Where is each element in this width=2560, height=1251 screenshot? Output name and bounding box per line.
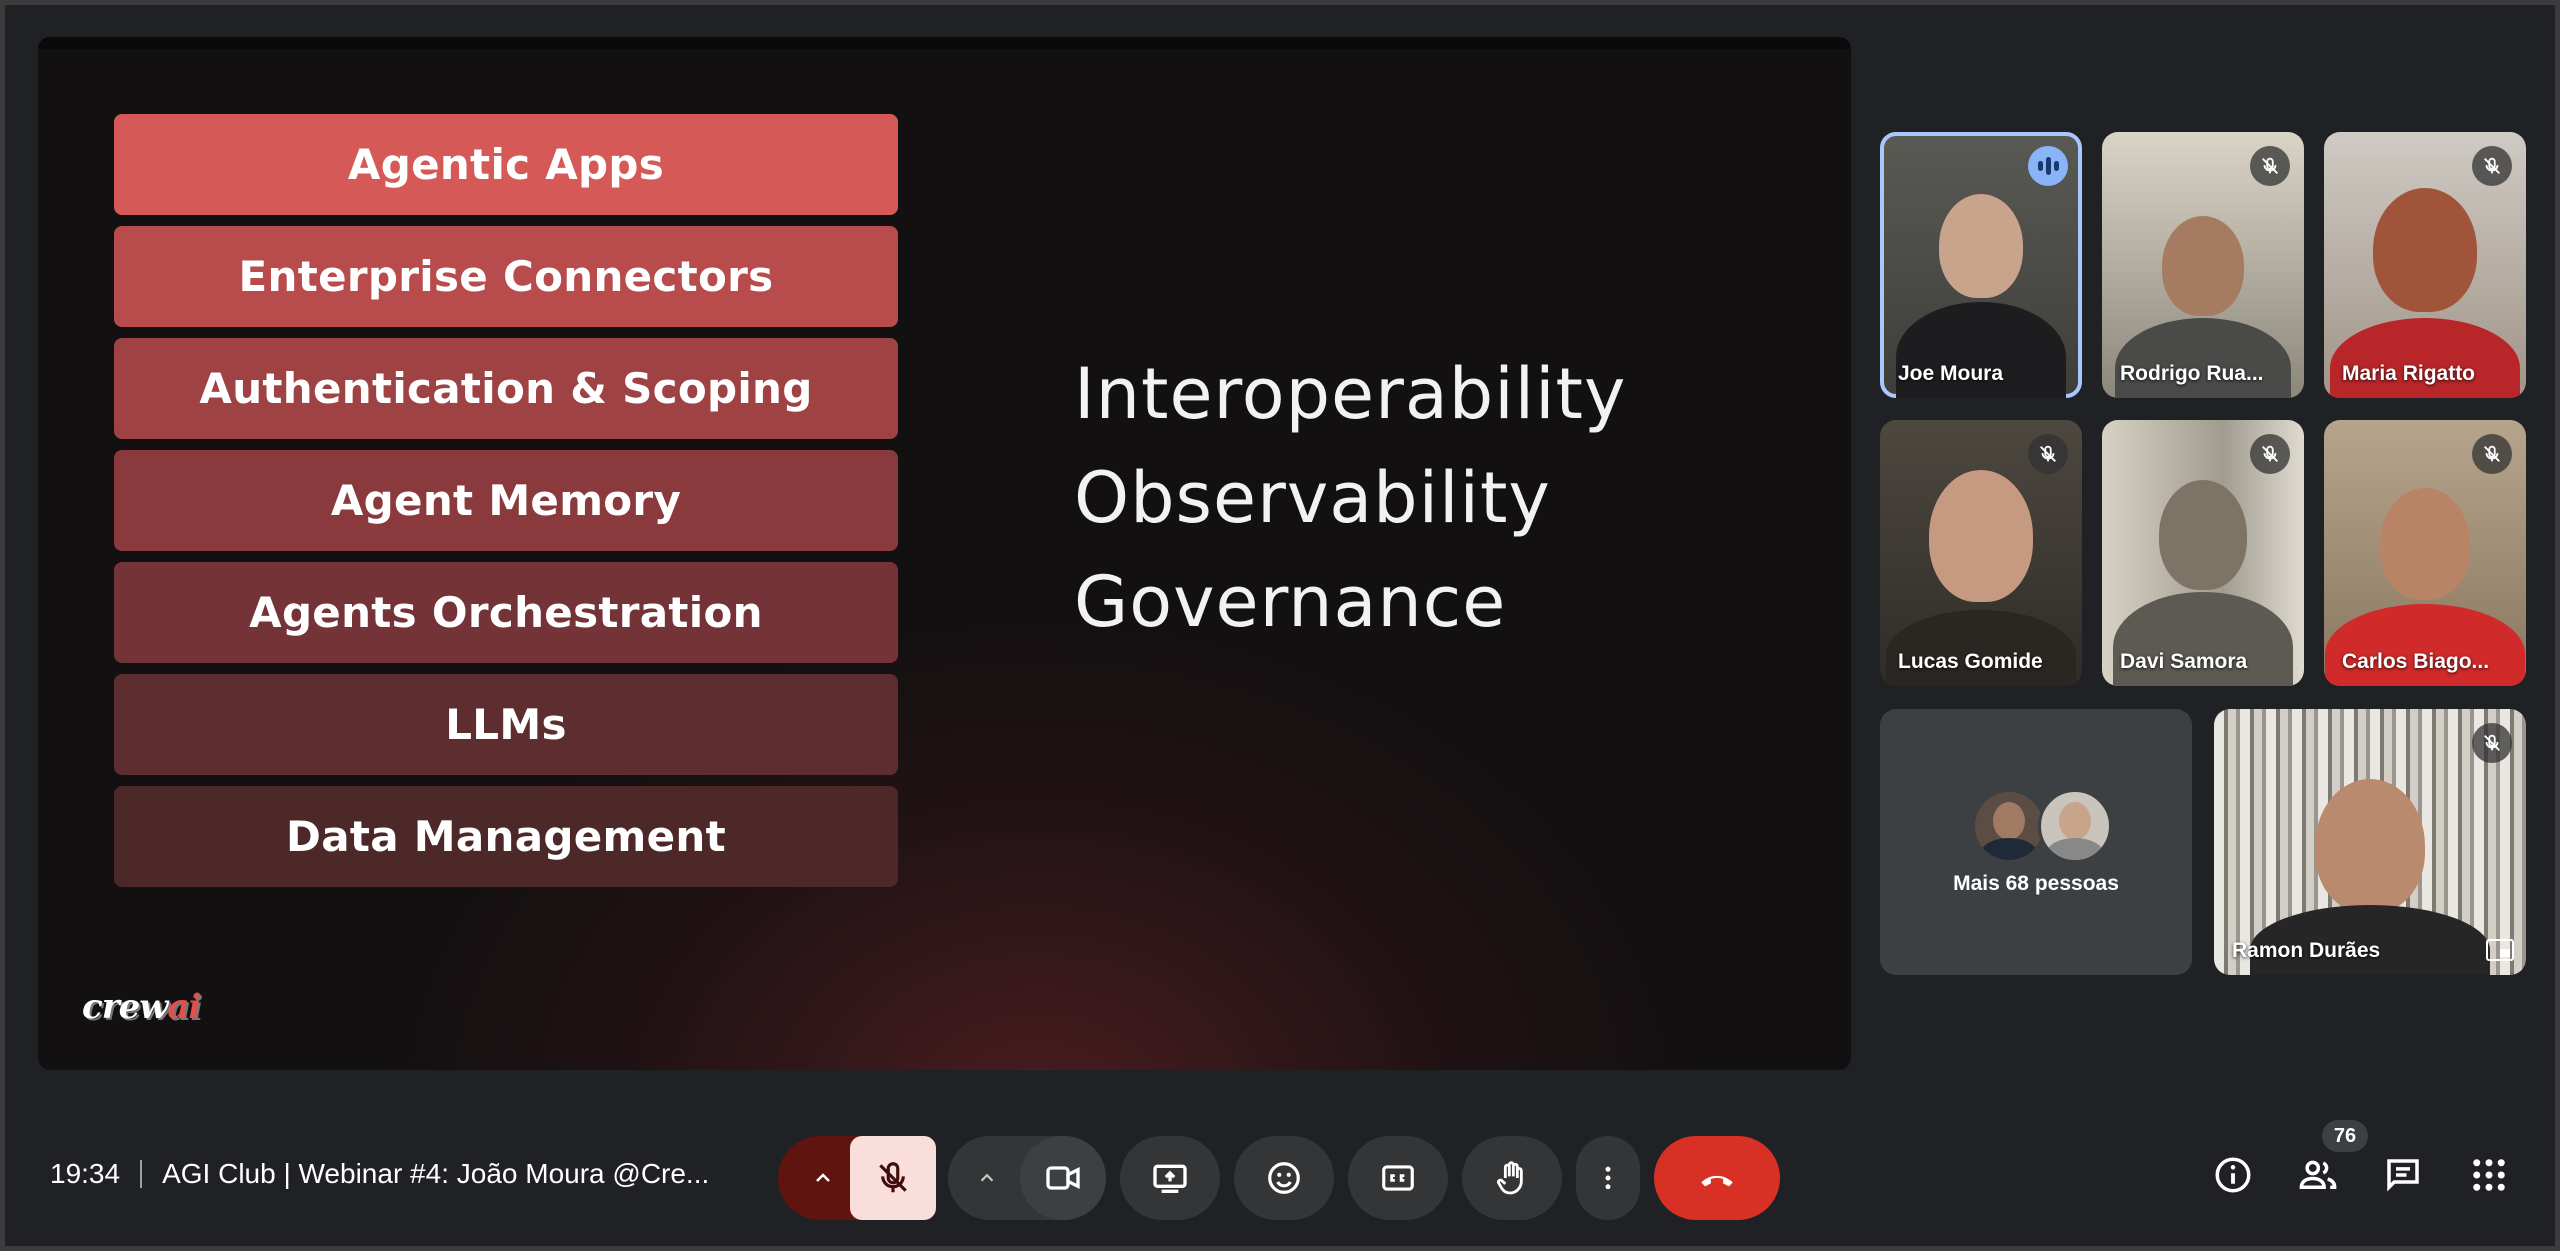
emoji-icon	[1268, 1162, 1300, 1194]
stack-layer: LLMs	[114, 674, 898, 775]
pillars-list: Interoperability Observability Governanc…	[1074, 342, 1626, 654]
meeting-title: AGI Club | Webinar #4: João Moura @Cre..…	[162, 1158, 710, 1189]
stack-layer: Data Management	[114, 786, 898, 887]
chat-icon	[2387, 1159, 2419, 1192]
stack-layer: Agents Orchestration	[114, 562, 898, 663]
participant-video-body	[2330, 318, 2520, 398]
stack-diagram: Agentic Apps Enterprise Connectors Authe…	[114, 114, 898, 898]
participant-avatars	[1972, 789, 2112, 863]
video-camera-icon	[1046, 1166, 1080, 1190]
mic-off-icon	[2028, 434, 2068, 474]
meeting-info: 19:34 AGI Club | Webinar #4: João Moura …	[50, 1158, 709, 1190]
reactions-button[interactable]	[1234, 1136, 1334, 1220]
participant-video	[2162, 216, 2244, 316]
avatar	[1972, 789, 2046, 863]
participant-name: Rodrigo Rua...	[2120, 362, 2264, 385]
avatar	[2038, 789, 2112, 863]
chevron-up-icon	[980, 1173, 994, 1182]
participant-video-body	[2115, 318, 2291, 398]
pillar-text: Interoperability	[1074, 353, 1627, 435]
participant-tile[interactable]: Lucas Gomide	[1880, 420, 2082, 686]
participant-name: Carlos Biago...	[2342, 650, 2490, 673]
present-button[interactable]	[1120, 1136, 1220, 1220]
info-icon	[2215, 1157, 2251, 1193]
more-vert-icon	[1605, 1166, 1611, 1190]
participant-name: Joe Moura	[1898, 362, 2004, 385]
mic-off-icon	[2250, 146, 2290, 186]
participant-name: Ramon Durães	[2232, 939, 2381, 962]
participant-video	[2315, 779, 2425, 913]
mic-off-icon	[2472, 434, 2512, 474]
participant-tile[interactable]: Joe Moura	[1880, 132, 2082, 398]
stack-layer: Agent Memory	[114, 450, 898, 551]
stack-layer: Agentic Apps	[114, 114, 898, 215]
participant-video	[1939, 194, 2023, 298]
participant-video	[1929, 470, 2033, 602]
raise-hand-button[interactable]	[1462, 1136, 1562, 1220]
participant-tile[interactable]: Maria Rigatto	[2324, 132, 2526, 398]
end-call-button[interactable]	[1654, 1136, 1780, 1220]
slide-top-edge	[38, 37, 1851, 49]
speaking-indicator-icon	[2028, 146, 2068, 186]
participant-tile[interactable]: Ramon Durães	[2214, 709, 2526, 975]
activities-button[interactable]	[2468, 1154, 2510, 1201]
pillar-text: Observability	[1074, 457, 1551, 539]
picture-in-picture-icon[interactable]	[2486, 939, 2514, 961]
more-options-button[interactable]	[1576, 1136, 1640, 1220]
participant-name: Maria Rigatto	[2342, 362, 2476, 385]
stack-layer: Enterprise Connectors	[114, 226, 898, 327]
mic-off-icon	[879, 1162, 907, 1193]
stack-layer: Authentication & Scoping	[114, 338, 898, 439]
presentation-slide: Agentic Apps Enterprise Connectors Authe…	[38, 37, 1851, 1070]
raise-hand-icon	[1497, 1161, 1523, 1195]
crewai-logo: crewai	[82, 987, 201, 1027]
participant-video	[2159, 480, 2247, 590]
participant-video	[2373, 188, 2477, 312]
more-participants-tile[interactable]: Mais 68 pessoas	[1880, 709, 2192, 975]
participant-video	[2380, 488, 2470, 600]
camera-toggle-button[interactable]	[1020, 1136, 1106, 1220]
chevron-up-icon	[816, 1173, 830, 1182]
meeting-time: 19:34	[50, 1158, 121, 1189]
mic-off-icon	[2250, 434, 2290, 474]
call-end-icon	[1701, 1175, 1733, 1187]
people-button[interactable]	[2296, 1154, 2340, 1201]
people-icon	[2299, 1160, 2337, 1189]
closed-captions-icon	[1382, 1165, 1414, 1191]
participant-tile[interactable]: Carlos Biago...	[2324, 420, 2526, 686]
captions-button[interactable]	[1348, 1136, 1448, 1220]
meeting-details-button[interactable]	[2212, 1154, 2254, 1201]
participant-tile[interactable]: Rodrigo Rua...	[2102, 132, 2304, 398]
mic-toggle-button[interactable]	[850, 1136, 936, 1220]
pillar-text: Governance	[1074, 561, 1507, 643]
mic-off-icon	[2472, 146, 2512, 186]
participant-tile[interactable]: Davi Samora	[2102, 420, 2304, 686]
participant-video-body	[1886, 610, 2076, 686]
participant-name: Davi Samora	[2120, 650, 2248, 673]
apps-grid-icon	[2473, 1159, 2505, 1191]
people-count-badge: 76	[2322, 1120, 2368, 1152]
chat-button[interactable]	[2382, 1154, 2424, 1201]
divider	[140, 1160, 143, 1188]
mic-off-icon	[2472, 723, 2512, 763]
present-screen-icon	[1153, 1164, 1187, 1193]
more-participants-label: Mais 68 pessoas	[1953, 872, 2119, 895]
participant-name: Lucas Gomide	[1898, 650, 2043, 673]
